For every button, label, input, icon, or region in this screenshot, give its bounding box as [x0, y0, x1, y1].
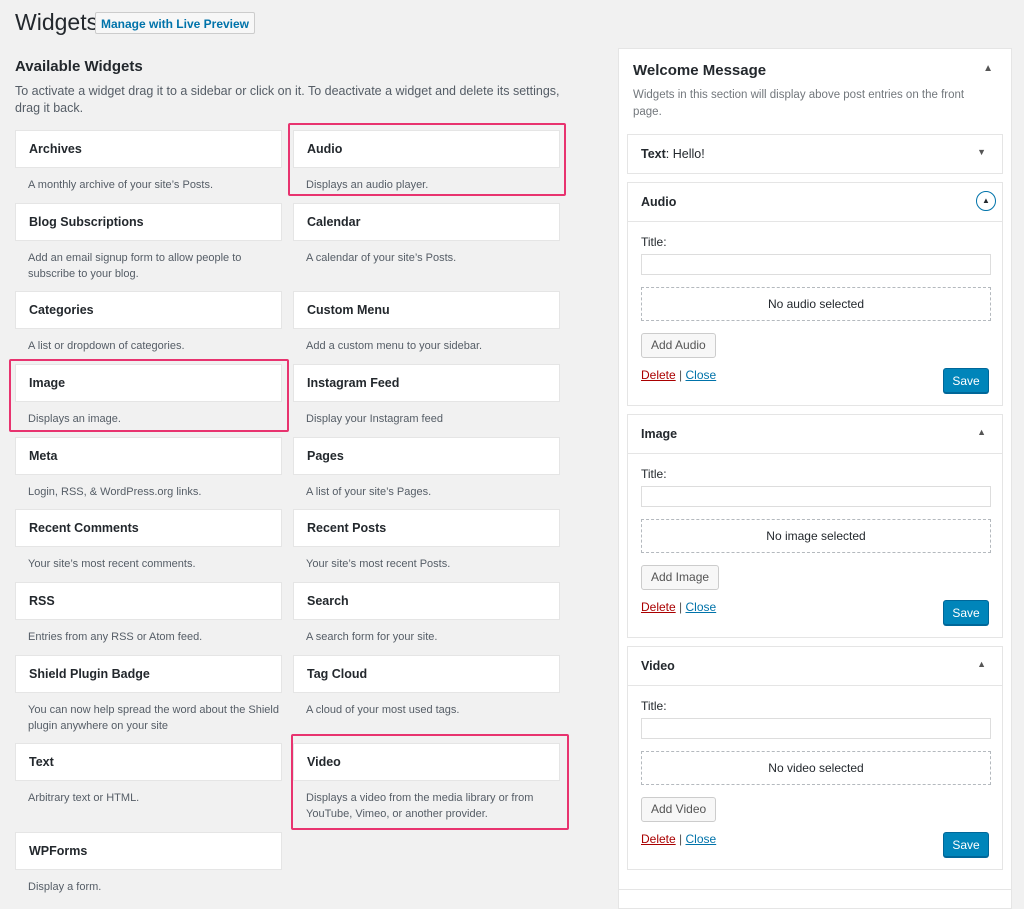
add-video-button[interactable]: Add Video — [641, 797, 717, 822]
widget-pages-description: A list of your site’s Pages. — [306, 486, 432, 498]
widget-custom-menu[interactable]: Custom Menu — [293, 291, 560, 329]
video-placeholder: No video selected — [641, 751, 991, 785]
link-separator: | — [679, 600, 683, 614]
widget-instagram-feed[interactable]: Instagram Feed — [293, 364, 560, 402]
widget-text-description: Arbitrary text or HTML. — [28, 792, 140, 804]
image-delete-link[interactable]: Delete — [641, 600, 676, 614]
sidebar-title[interactable]: Welcome Message — [633, 62, 766, 79]
widget-text[interactable]: Text — [15, 743, 282, 781]
link-separator: | — [679, 832, 683, 846]
image-title-label: Title: — [641, 467, 667, 481]
widget-categories[interactable]: Categories — [15, 291, 282, 329]
image-save-button[interactable]: Save — [943, 600, 989, 625]
widget-pages[interactable]: Pages — [293, 437, 560, 475]
sidebar-widget-image-title: Image — [641, 427, 678, 441]
widget-archives-description: A monthly archive of your site’s Posts. — [28, 179, 214, 191]
widget-blog-subscriptions-description: Add an email signup form to allow people… — [28, 252, 242, 280]
available-widgets-description: To activate a widget drag it to a sideba… — [15, 84, 560, 115]
sidebar-widget-audio-body: Title: No audio selected Add Audio Delet… — [628, 221, 1002, 407]
widget-categories-description: A list or dropdown of categories. — [28, 340, 185, 352]
widget-calendar-description: A calendar of your site’s Posts. — [306, 252, 457, 264]
widget-recent-comments[interactable]: Recent Comments — [15, 509, 282, 547]
link-separator: | — [679, 368, 683, 382]
widget-calendar[interactable]: Calendar — [293, 203, 560, 241]
widget-video[interactable]: Video — [293, 743, 560, 781]
sidebar-widget-video-title: Video — [641, 659, 675, 673]
widget-video-description: Displays a video from the media library … — [306, 792, 534, 820]
page-title: Widgets — [15, 9, 99, 35]
audio-close-link[interactable]: Close — [686, 368, 717, 382]
next-sidebar-panel — [618, 889, 1012, 909]
sidebar-welcome-message: Welcome Message ▲ Widgets in this sectio… — [618, 48, 1012, 898]
audio-title-label: Title: — [641, 235, 667, 249]
widget-wpforms[interactable]: WPForms — [15, 832, 282, 870]
collapse-icon[interactable]: ▲ — [977, 659, 986, 669]
widget-meta-description: Login, RSS, & WordPress.org links. — [28, 486, 202, 498]
sidebar-widget-text-title: Text — [641, 147, 666, 161]
widget-rss-description: Entries from any RSS or Atom feed. — [28, 631, 203, 643]
widget-blog-subscriptions[interactable]: Blog Subscriptions — [15, 203, 282, 241]
sidebar-widget-video: Video ▲ Title: No video selected Add Vid… — [627, 646, 1003, 870]
available-widgets-title: Available Widgets — [15, 58, 143, 75]
sidebar-widget-video-body: Title: No video selected Add Video Delet… — [628, 685, 1002, 871]
expand-icon[interactable]: ▼ — [977, 147, 986, 157]
widget-shield-plugin-badge[interactable]: Shield Plugin Badge — [15, 655, 282, 693]
widget-archives[interactable]: Archives — [15, 130, 282, 168]
video-widget-links: Delete | Close — [641, 832, 716, 846]
sidebar-widget-audio-header[interactable]: Audio ▲ — [628, 183, 1002, 221]
widget-tag-cloud-description: A cloud of your most used tags. — [306, 704, 460, 716]
widget-instagram-feed-description: Display your Instagram feed — [306, 413, 443, 425]
collapse-icon[interactable]: ▲ — [976, 191, 996, 211]
widget-meta[interactable]: Meta — [15, 437, 282, 475]
sidebar-widget-audio: Audio ▲ Title: No audio selected Add Aud… — [627, 182, 1003, 406]
video-delete-link[interactable]: Delete — [641, 832, 676, 846]
widget-image-description: Displays an image. — [28, 413, 121, 425]
sidebar-collapse-icon[interactable]: ▲ — [983, 63, 993, 74]
widget-audio[interactable]: Audio — [293, 130, 560, 168]
sidebar-description: Widgets in this section will display abo… — [633, 89, 965, 118]
audio-widget-links: Delete | Close — [641, 368, 716, 382]
widget-shield-plugin-badge-description: You can now help spread the word about t… — [28, 704, 279, 732]
widget-rss[interactable]: RSS — [15, 582, 282, 620]
sidebar-widget-text: Text: Hello! ▼ — [627, 134, 1003, 174]
widget-recent-comments-description: Your site’s most recent comments. — [28, 558, 196, 570]
image-widget-links: Delete | Close — [641, 600, 716, 614]
video-title-label: Title: — [641, 699, 667, 713]
sidebar-widget-image-body: Title: No image selected Add Image Delet… — [628, 453, 1002, 639]
sidebar-widget-video-header[interactable]: Video ▲ — [628, 647, 1002, 685]
widget-custom-menu-description: Add a custom menu to your sidebar. — [306, 340, 483, 352]
sidebar-widget-text-header[interactable]: Text: Hello! ▼ — [628, 135, 1002, 173]
sidebar-widget-text-subtitle: : Hello! — [665, 147, 705, 161]
widget-recent-posts-description: Your site’s most recent Posts. — [306, 558, 451, 570]
widget-tag-cloud[interactable]: Tag Cloud — [293, 655, 560, 693]
widget-audio-description: Displays an audio player. — [306, 179, 429, 191]
widget-search[interactable]: Search — [293, 582, 560, 620]
add-audio-button[interactable]: Add Audio — [641, 333, 716, 358]
sidebar-widget-image: Image ▲ Title: No image selected Add Ima… — [627, 414, 1003, 638]
audio-placeholder: No audio selected — [641, 287, 991, 321]
sidebar-widget-image-header[interactable]: Image ▲ — [628, 415, 1002, 453]
image-close-link[interactable]: Close — [686, 600, 717, 614]
video-save-button[interactable]: Save — [943, 832, 989, 857]
video-title-input[interactable] — [641, 718, 991, 739]
collapse-icon[interactable]: ▲ — [977, 427, 986, 437]
image-title-input[interactable] — [641, 486, 991, 507]
add-image-button[interactable]: Add Image — [641, 565, 720, 590]
widget-search-description: A search form for your site. — [306, 631, 438, 643]
audio-save-button[interactable]: Save — [943, 368, 989, 393]
video-close-link[interactable]: Close — [686, 832, 717, 846]
manage-live-preview-button[interactable]: Manage with Live Preview — [95, 12, 255, 34]
widget-image[interactable]: Image — [15, 364, 282, 402]
image-placeholder: No image selected — [641, 519, 991, 553]
audio-title-input[interactable] — [641, 254, 991, 275]
audio-delete-link[interactable]: Delete — [641, 368, 676, 382]
widget-wpforms-description: Display a form. — [28, 881, 102, 893]
widget-recent-posts[interactable]: Recent Posts — [293, 509, 560, 547]
sidebar-widget-audio-title: Audio — [641, 195, 677, 209]
